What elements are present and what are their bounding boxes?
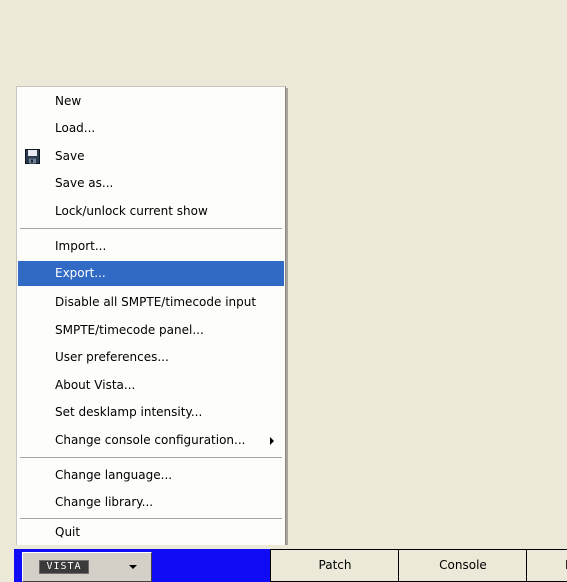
- menu-item-quit[interactable]: Quit: [18, 520, 284, 545]
- menu-item-change-language[interactable]: Change language...: [18, 463, 284, 488]
- menu-item-save[interactable]: Save: [18, 144, 284, 169]
- vista-menu-area: VISTA: [14, 549, 278, 582]
- tab-console[interactable]: Console: [398, 549, 528, 582]
- menu-item-save-label: Save: [55, 149, 85, 163]
- menu-item-save-as[interactable]: Save as...: [18, 171, 284, 196]
- menu-item-user-preferences[interactable]: User preferences...: [18, 345, 284, 370]
- menu-item-export[interactable]: Export...: [18, 261, 284, 286]
- menu-item-import[interactable]: Import...: [18, 234, 284, 259]
- menu-item-lock-unlock[interactable]: Lock/unlock current show: [18, 199, 284, 224]
- menu-item-load[interactable]: Load...: [18, 116, 284, 141]
- menu-item-desklamp[interactable]: Set desklamp intensity...: [18, 400, 284, 425]
- menu-separator: [20, 518, 282, 519]
- menu-item-console-configuration-label: Change console configuration...: [55, 433, 246, 447]
- menu-item-change-library[interactable]: Change library...: [18, 490, 284, 515]
- menu-separator: [20, 228, 282, 229]
- main-menu: New Load... Save Save as... Lock/unlock …: [16, 86, 286, 546]
- tab-partial[interactable]: F: [526, 549, 567, 582]
- menu-item-disable-smpte[interactable]: Disable all SMPTE/timecode input: [18, 290, 284, 315]
- submenu-arrow-icon: [270, 437, 274, 445]
- tab-patch[interactable]: Patch: [270, 549, 400, 582]
- menu-item-about[interactable]: About Vista...: [18, 373, 284, 398]
- vista-menu-button[interactable]: VISTA: [22, 552, 152, 582]
- menu-item-smpte-panel[interactable]: SMPTE/timecode panel...: [18, 318, 284, 343]
- vista-logo: VISTA: [39, 560, 89, 574]
- chevron-down-icon: [129, 565, 137, 569]
- menu-separator: [20, 457, 282, 458]
- bottom-toolbar: VISTA Patch Console F: [0, 545, 567, 582]
- floppy-disk-icon: [25, 149, 40, 164]
- menu-item-console-configuration[interactable]: Change console configuration...: [18, 428, 284, 453]
- menu-item-new[interactable]: New: [18, 89, 284, 114]
